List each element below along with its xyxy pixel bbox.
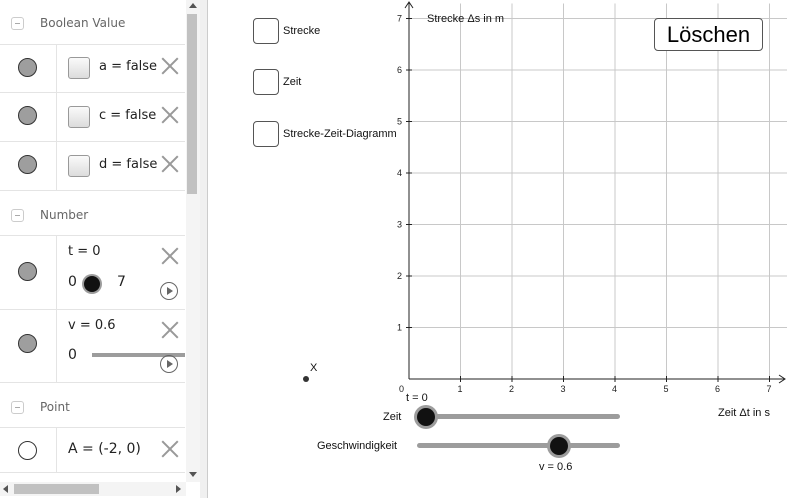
point-x-label: X — [310, 362, 318, 374]
collapse-icon[interactable] — [11, 401, 24, 414]
marble-cell — [0, 93, 57, 141]
x-tick-label: 7 — [767, 384, 772, 394]
y-tick-label: 4 — [397, 168, 402, 178]
boolean-checkbox-c[interactable] — [68, 106, 90, 128]
y-tick-label: 7 — [397, 14, 402, 24]
group-label-boolean: Boolean Value — [40, 16, 126, 30]
slider-max-t: 7 — [117, 274, 126, 290]
y-tick-label: 1 — [397, 323, 402, 333]
x-tick-label: 2 — [509, 384, 514, 394]
vertical-scroll-thumb[interactable] — [187, 14, 197, 194]
group-label-point: Point — [40, 400, 70, 414]
algebra-row-A[interactable]: A = (-2, 0) — [0, 428, 185, 473]
visibility-toggle[interactable] — [18, 334, 37, 353]
delete-icon[interactable] — [161, 247, 179, 265]
group-header-number[interactable]: Number — [0, 191, 185, 236]
delete-icon[interactable] — [161, 106, 179, 124]
slider-zeit-label: Zeit — [383, 411, 402, 423]
visibility-toggle[interactable] — [18, 106, 37, 125]
collapse-icon[interactable] — [11, 17, 24, 30]
algebra-row-c[interactable]: c = false — [0, 93, 185, 142]
visibility-toggle[interactable] — [18, 155, 37, 174]
slider-min-v: 0 — [68, 347, 77, 363]
group-header-point[interactable]: Point — [0, 383, 185, 428]
y-tick-label: 6 — [397, 65, 402, 75]
boolean-text-a: a = false — [99, 59, 158, 74]
slider-geschw-value-label: v = 0.6 — [539, 461, 573, 473]
delete-icon[interactable] — [161, 321, 179, 339]
algebra-row-t[interactable]: t = 0 0 7 — [0, 236, 185, 310]
number-text-t: t = 0 — [68, 244, 101, 259]
x-tick-label: 1 — [458, 384, 463, 394]
boolean-checkbox-d[interactable] — [68, 155, 90, 177]
x-tick-label: 0 — [399, 384, 404, 394]
checkbox-zeit[interactable] — [253, 69, 279, 95]
visibility-toggle[interactable] — [18, 262, 37, 281]
slider-geschw-track[interactable] — [417, 443, 620, 448]
visibility-toggle[interactable] — [18, 441, 37, 460]
slider-zeit-knob[interactable] — [417, 408, 435, 426]
slider-geschw-label: Geschwindigkeit — [317, 440, 398, 452]
algebra-view: Boolean Value a = false c = false d = fa… — [0, 0, 201, 498]
x-tick-label: 4 — [612, 384, 617, 394]
play-icon[interactable] — [160, 355, 178, 373]
slider-knob-t[interactable] — [84, 276, 100, 292]
slider-zeit-track[interactable] — [417, 414, 620, 419]
slider-geschw-knob[interactable] — [549, 437, 568, 455]
group-label-number: Number — [40, 208, 89, 222]
x-axis-label: Zeit Δt in s — [718, 407, 770, 419]
play-icon[interactable] — [160, 282, 178, 300]
point-text-A: A = (-2, 0) — [68, 441, 141, 457]
y-tick-label: 2 — [397, 271, 402, 281]
x-tick-label: 3 — [561, 384, 566, 394]
marble-cell — [0, 44, 57, 92]
delete-icon[interactable] — [161, 57, 179, 75]
checkbox-strecke-zeit-diagramm[interactable] — [253, 121, 279, 147]
y-axis-label: Strecke Δs in m — [427, 13, 505, 25]
group-header-boolean[interactable]: Boolean Value — [0, 0, 185, 45]
scroll-right-icon[interactable] — [176, 485, 181, 493]
scroll-up-icon[interactable] — [189, 3, 197, 8]
y-tick-label: 5 — [397, 117, 402, 127]
boolean-text-c: c = false — [99, 108, 157, 123]
algebra-row-a[interactable]: a = false — [0, 44, 185, 93]
chart-svg: 0 1 2 3 4 5 6 7 1 2 3 4 5 6 7 — [397, 1, 787, 394]
x-tick-label: 6 — [715, 384, 720, 394]
number-text-v: v = 0.6 — [68, 318, 116, 333]
marble-cell — [0, 428, 57, 472]
algebra-row-v[interactable]: v = 0.6 0 — [0, 310, 185, 383]
marble-cell — [0, 142, 57, 190]
horizontal-scroll-thumb[interactable] — [14, 484, 99, 494]
marble-cell — [0, 310, 57, 382]
delete-icon[interactable] — [161, 155, 179, 173]
checkbox-strecke[interactable] — [253, 18, 279, 44]
boolean-checkbox-a[interactable] — [68, 57, 90, 79]
point-x-marker[interactable] — [303, 376, 309, 382]
marble-cell — [0, 236, 57, 309]
slider-zeit-value-label: t = 0 — [406, 392, 428, 404]
delete-button[interactable]: Löschen — [654, 18, 763, 51]
x-tick-label: 5 — [664, 384, 669, 394]
y-tick-label: 3 — [397, 220, 402, 230]
scroll-left-icon[interactable] — [3, 485, 8, 493]
checkbox-label-strecke: Strecke — [283, 25, 321, 37]
boolean-text-d: d = false — [99, 157, 158, 172]
slider-min-t: 0 — [68, 274, 77, 290]
visibility-toggle[interactable] — [18, 58, 37, 77]
checkbox-label-zeit: Zeit — [283, 76, 302, 88]
delete-icon[interactable] — [161, 440, 179, 458]
panel-divider[interactable] — [200, 0, 208, 498]
collapse-icon[interactable] — [11, 209, 24, 222]
algebra-row-d[interactable]: d = false — [0, 142, 185, 191]
scroll-down-icon[interactable] — [189, 472, 197, 477]
